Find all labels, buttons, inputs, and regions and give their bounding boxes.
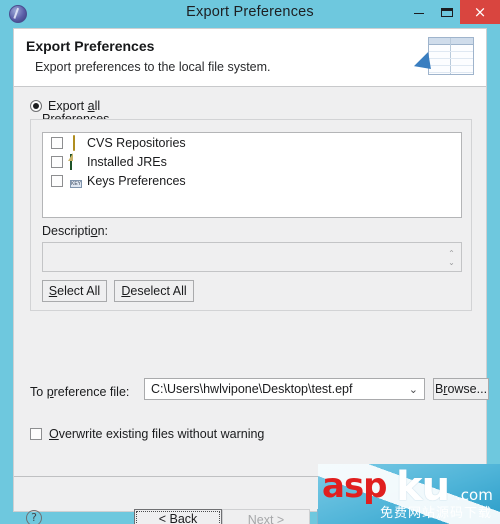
maximize-button[interactable] <box>432 0 462 24</box>
preference-file-combobox[interactable]: C:\Users\hwlvipone\Desktop\test.epf ⌄ <box>144 378 425 400</box>
chevron-down-icon[interactable]: ⌄ <box>409 383 418 396</box>
select-all-button[interactable]: Select All <box>42 280 107 302</box>
overwrite-label: Overwrite existing files without warning <box>49 427 265 441</box>
radio-export-all[interactable]: Export all <box>30 99 100 113</box>
keys-preferences-icon: KEY <box>70 179 83 188</box>
checkbox-cvs-repositories[interactable] <box>51 136 63 149</box>
preferences-group: CVS Repositories Installed JREs KEY Keys… <box>30 119 472 311</box>
back-button[interactable]: < Back <box>134 509 222 524</box>
next-button: Next > <box>222 509 310 524</box>
page-subtitle: Export preferences to the local file sys… <box>35 60 271 74</box>
description-field[interactable]: ⌃ ⌄ <box>42 242 462 272</box>
restore-icon <box>441 8 453 17</box>
deselect-all-button[interactable]: Deselect All <box>114 280 194 302</box>
minimize-button[interactable] <box>404 0 434 24</box>
browse-button[interactable]: Browse... <box>433 378 489 400</box>
checkbox-overwrite-existing[interactable] <box>30 428 42 440</box>
page-title: Export Preferences <box>26 38 155 54</box>
list-item-label: Keys Preferences <box>87 173 186 188</box>
checkbox-keys-preferences[interactable] <box>51 174 63 187</box>
preference-file-value: C:\Users\hwlvipone\Desktop\test.epf <box>151 382 353 396</box>
help-icon[interactable]: ? <box>26 510 42 524</box>
export-preferences-dialog: Export Preferences Export preferences to… <box>13 28 489 524</box>
installed-jre-icon <box>70 153 84 170</box>
list-item-label: CVS Repositories <box>87 135 186 150</box>
table-glyph <box>428 37 474 75</box>
radio-label-export-all: Export all <box>48 99 101 113</box>
minimize-icon <box>414 13 424 14</box>
preferences-list[interactable]: CVS Repositories Installed JREs KEY Keys… <box>42 132 462 218</box>
description-label: Description: <box>42 224 109 238</box>
list-item-label: Installed JREs <box>87 154 167 169</box>
checkbox-installed-jres[interactable] <box>51 155 63 168</box>
list-item[interactable]: KEY Keys Preferences <box>43 171 461 190</box>
list-item[interactable]: CVS Repositories <box>43 133 461 152</box>
cvs-repository-icon <box>70 134 84 151</box>
description-spinner-icon[interactable]: ⌃ ⌄ <box>446 249 457 267</box>
application-window: Export Preferences × Export Preferences … <box>0 0 500 524</box>
footer-separator <box>14 476 486 477</box>
finish-button[interactable]: Finish <box>317 509 405 524</box>
dialog-header: Export Preferences Export preferences to… <box>14 29 486 87</box>
preference-file-label: To preference file: <box>30 385 130 399</box>
radio-indicator-export-all <box>30 100 42 112</box>
close-icon: × <box>473 3 487 21</box>
export-table-icon <box>413 31 478 85</box>
title-bar: Export Preferences × <box>0 0 500 28</box>
list-item[interactable]: Installed JREs <box>43 152 461 171</box>
overwrite-existing-files-row[interactable]: Overwrite existing files without warning <box>30 427 264 441</box>
close-button[interactable]: × <box>460 0 500 24</box>
